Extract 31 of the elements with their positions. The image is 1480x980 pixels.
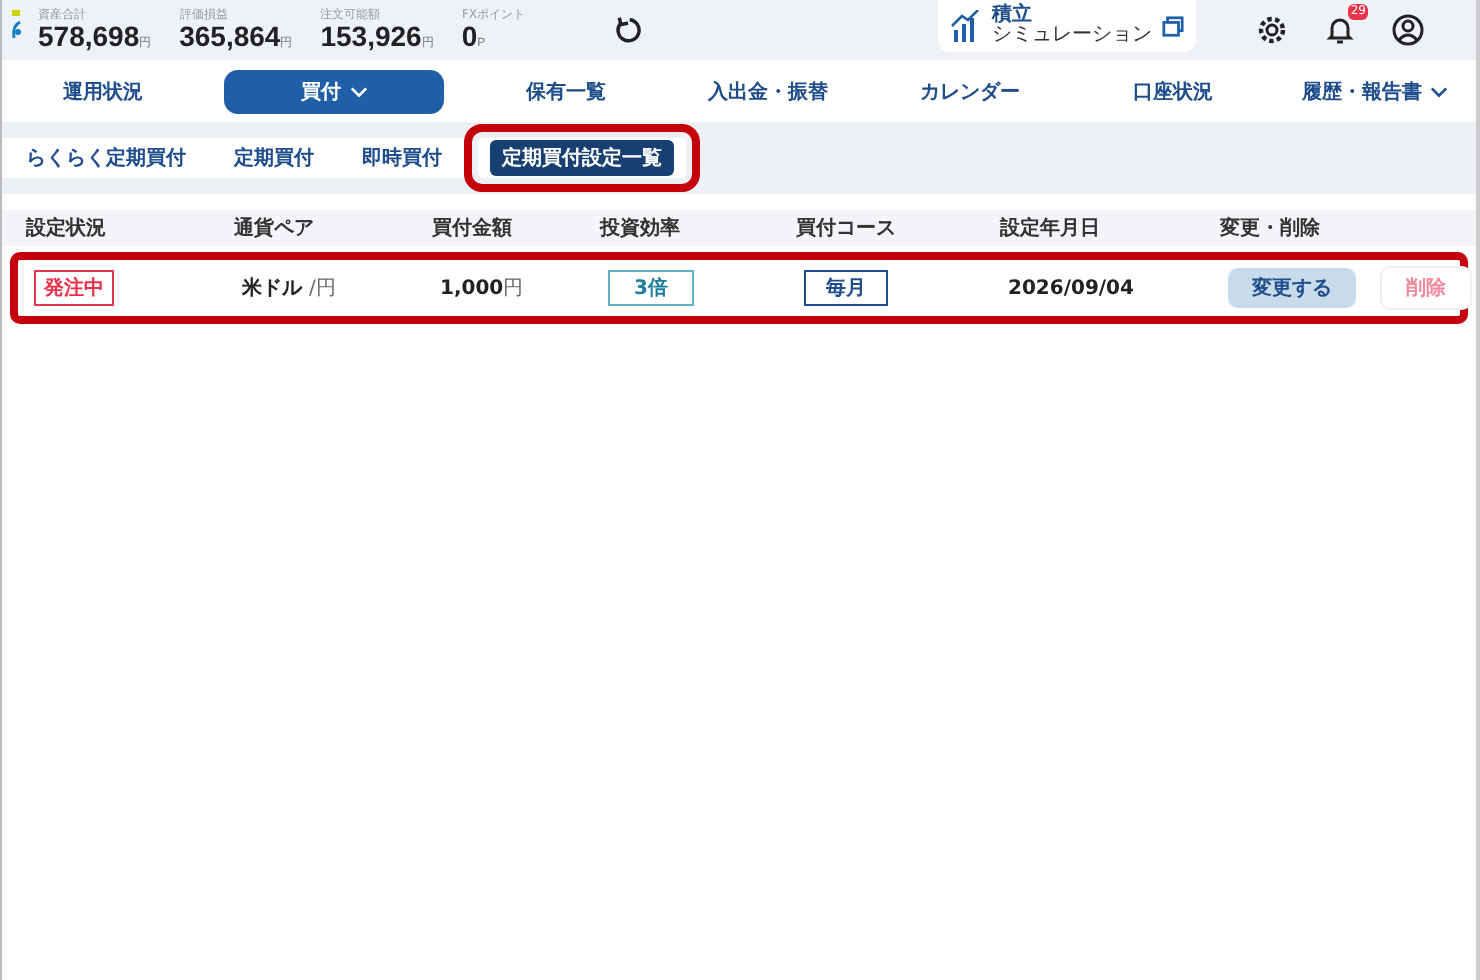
edit-button[interactable]: 変更する bbox=[1228, 268, 1356, 308]
sub-tab[interactable]: 定期買付設定一覧 bbox=[490, 140, 674, 176]
column-header: 買付金額 bbox=[432, 215, 512, 242]
nav-tab[interactable]: 運用状況 bbox=[2, 70, 205, 114]
table-cell-text: 米ドル /円 bbox=[242, 275, 336, 302]
column-header: 買付コース bbox=[796, 215, 896, 242]
bell-icon[interactable] bbox=[1324, 14, 1356, 46]
table-cell-text: 1,000円 bbox=[440, 276, 524, 302]
refresh-icon[interactable] bbox=[614, 16, 643, 44]
nav-tab[interactable]: 保有一覧 bbox=[464, 70, 667, 114]
ratio-badge: 3倍 bbox=[608, 270, 694, 306]
column-header: 通貨ペア bbox=[234, 215, 314, 242]
table-cell: 2026/09/04 bbox=[1008, 277, 1134, 299]
nav-tab[interactable]: カレンダー bbox=[869, 70, 1072, 114]
nav-tab[interactable]: 買付 bbox=[224, 70, 445, 114]
column-header: 変更・削除 bbox=[1220, 214, 1320, 242]
windows-icon bbox=[1162, 15, 1184, 37]
status-badge: 発注中 bbox=[34, 270, 114, 306]
column-header: 投資効率 bbox=[600, 214, 680, 242]
simulation-title: 積立 bbox=[992, 5, 1034, 26]
column-header: 設定状況 bbox=[26, 214, 106, 242]
nav-tab[interactable]: 口座状況 bbox=[1071, 70, 1274, 114]
bar-chart-icon bbox=[950, 10, 982, 42]
nav-tab[interactable]: 履歴・報告書 bbox=[1273, 70, 1477, 114]
user-icon[interactable] bbox=[1392, 14, 1424, 46]
settings-icon[interactable] bbox=[1256, 14, 1288, 46]
course-badge: 毎月 bbox=[804, 270, 888, 306]
simulation-subtitle: シミュレーション bbox=[992, 26, 1152, 47]
nav-tab[interactable]: 入出金・振替 bbox=[666, 70, 870, 114]
column-header: 設定年月日 bbox=[1000, 214, 1100, 242]
simulation-button[interactable]: 積立 シミュレーション bbox=[938, 0, 1196, 52]
